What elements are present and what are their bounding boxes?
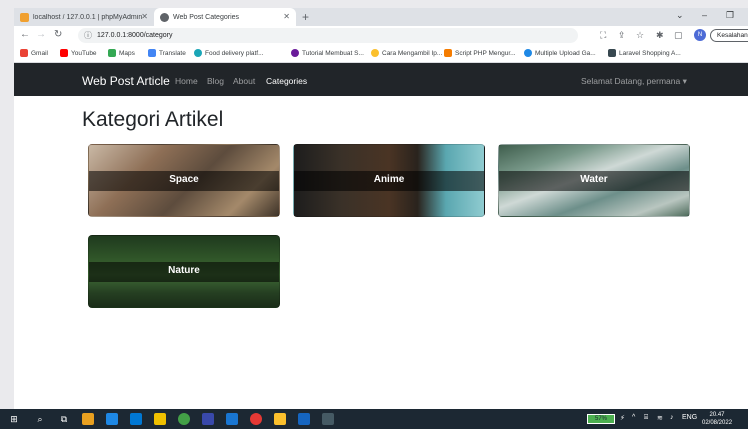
category-card-water[interactable]: Water [498, 144, 690, 217]
bookmark-script-php[interactable]: Script PHP Mengur... [444, 49, 516, 57]
category-name: Nature [168, 265, 200, 276]
battery-indicator[interactable]: 57% [587, 414, 615, 424]
category-name: Space [169, 174, 199, 185]
translate-page-icon[interactable]: ⛶ [600, 30, 606, 41]
volume-icon[interactable]: ♪ [670, 414, 674, 421]
phpmyadmin-icon [20, 12, 29, 22]
power-icon[interactable]: ⚡ [620, 414, 625, 422]
error-badge-button[interactable]: Kesalahan [710, 29, 748, 42]
bookmark-star-icon[interactable]: ☆ [636, 30, 644, 41]
page-title: Kategori Artikel [82, 108, 224, 131]
new-tab-plus-icon[interactable]: + [302, 10, 309, 24]
app-icon[interactable] [322, 413, 334, 425]
window-frame-left [0, 0, 14, 429]
side-panel-icon[interactable]: ▢ [674, 30, 683, 41]
site-icon [608, 49, 616, 57]
app-icon[interactable] [154, 413, 166, 425]
category-name: Anime [373, 174, 405, 185]
search-icon[interactable]: ⌕ [34, 413, 46, 425]
tab-web-post-categories[interactable]: Web Post Categories ✕ [154, 8, 296, 26]
web-page: Web Post Article Home Blog About Categor… [14, 63, 748, 409]
maps-pin-icon [108, 49, 116, 57]
sticky-notes-icon[interactable] [274, 413, 286, 425]
tray-chevron-up-icon[interactable]: ^ [632, 414, 635, 421]
windows-taskbar: ⊞ ⌕ ⧉ 57% ⚡ ^ ⌸ ≋ ♪ ENG 20.47 02/08/2022 [0, 409, 748, 429]
bookmark-youtube[interactable]: YouTube [60, 49, 97, 57]
youtube-icon [60, 49, 68, 57]
bookmark-gmail[interactable]: Gmail [20, 49, 48, 57]
bookmark-cara-mengambil[interactable]: Cara Mengambil Ip... [371, 49, 442, 57]
navbar-brand[interactable]: Web Post Article [82, 74, 170, 88]
bookmark-food-delivery[interactable]: Food delivery platf... [194, 49, 264, 57]
bookmark-translate[interactable]: Translate [148, 49, 186, 57]
site-icon [444, 49, 452, 57]
bookmarks-bar: Gmail YouTube Maps Translate Food delive… [14, 46, 748, 63]
address-bar[interactable]: ⓘ 127.0.0.1:8000/category [78, 28, 578, 43]
tab-title: Web Post Categories [173, 13, 240, 21]
browser-tab-strip: localhost / 127.0.0.1 | phpMyAdmin ✕ Web… [14, 8, 748, 26]
nav-link-home[interactable]: Home [175, 76, 198, 86]
url-text: 127.0.0.1:8000/category [97, 32, 173, 39]
nav-link-about[interactable]: About [233, 76, 255, 86]
category-card-anime[interactable]: Anime [293, 144, 485, 217]
forward-arrow-icon[interactable]: → [36, 29, 46, 40]
bookmark-laravel-shopping[interactable]: Laravel Shopping A... [608, 49, 681, 57]
site-icon [291, 49, 299, 57]
wifi-icon[interactable]: ≋ [657, 414, 663, 422]
address-toolbar: ← → ↻ ⓘ 127.0.0.1:8000/category ⛶ ⇪ ☆ ✱ … [14, 26, 748, 46]
site-icon [371, 49, 379, 57]
site-icon [524, 49, 532, 57]
file-explorer-icon[interactable] [82, 413, 94, 425]
category-card-space[interactable]: Space [88, 144, 280, 217]
task-view-icon[interactable]: ⧉ [58, 413, 70, 425]
bookmark-multiple-upload[interactable]: Multiple Upload Ga... [524, 49, 596, 57]
back-arrow-icon[interactable]: ← [20, 29, 30, 40]
user-dropdown-toggle[interactable]: Selamat Datang, permana ▾ [581, 76, 687, 87]
minimize-icon[interactable]: – [702, 10, 707, 20]
app-icon[interactable] [202, 413, 214, 425]
profile-avatar[interactable]: N [694, 29, 706, 41]
category-card-nature[interactable]: Nature [88, 235, 280, 308]
vscode-icon[interactable] [226, 413, 238, 425]
windows-start-icon[interactable]: ⊞ [8, 413, 20, 425]
window-frame-top [0, 0, 748, 8]
share-icon[interactable]: ⇪ [618, 30, 626, 41]
maximize-icon[interactable]: ❐ [726, 10, 734, 21]
app-icon[interactable] [178, 413, 190, 425]
bookmark-maps[interactable]: Maps [108, 49, 135, 57]
gmail-icon [20, 49, 28, 57]
translate-icon [148, 49, 156, 57]
globe-icon [194, 49, 202, 57]
tab-title: localhost / 127.0.0.1 | phpMyAdmin [33, 13, 143, 21]
close-icon[interactable]: ✕ [283, 12, 290, 21]
site-info-icon[interactable]: ⓘ [84, 30, 92, 41]
tab-search-chevron-icon[interactable]: ⌄ [676, 10, 684, 21]
network-icon[interactable]: ⌸ [644, 414, 648, 422]
close-icon[interactable]: ✕ [141, 12, 148, 21]
store-icon[interactable] [130, 413, 142, 425]
extensions-puzzle-icon[interactable]: ✱ [656, 30, 664, 41]
reload-icon[interactable]: ↻ [54, 29, 62, 40]
bookmark-tutorial[interactable]: Tutorial Membuat S... [291, 49, 364, 57]
nav-link-categories[interactable]: Categories [266, 76, 307, 86]
language-indicator[interactable]: ENG [682, 414, 697, 421]
system-clock[interactable]: 20.47 02/08/2022 [702, 411, 732, 427]
edge-icon[interactable] [106, 413, 118, 425]
chrome-icon[interactable] [250, 413, 262, 425]
category-name: Water [580, 174, 608, 185]
site-navbar: Web Post Article Home Blog About Categor… [14, 63, 748, 96]
nav-link-blog[interactable]: Blog [207, 76, 224, 86]
caret-down-icon: ▾ [682, 76, 687, 86]
word-icon[interactable] [298, 413, 310, 425]
globe-icon [160, 12, 169, 22]
tab-phpmyadmin[interactable]: localhost / 127.0.0.1 | phpMyAdmin ✕ [14, 8, 154, 26]
